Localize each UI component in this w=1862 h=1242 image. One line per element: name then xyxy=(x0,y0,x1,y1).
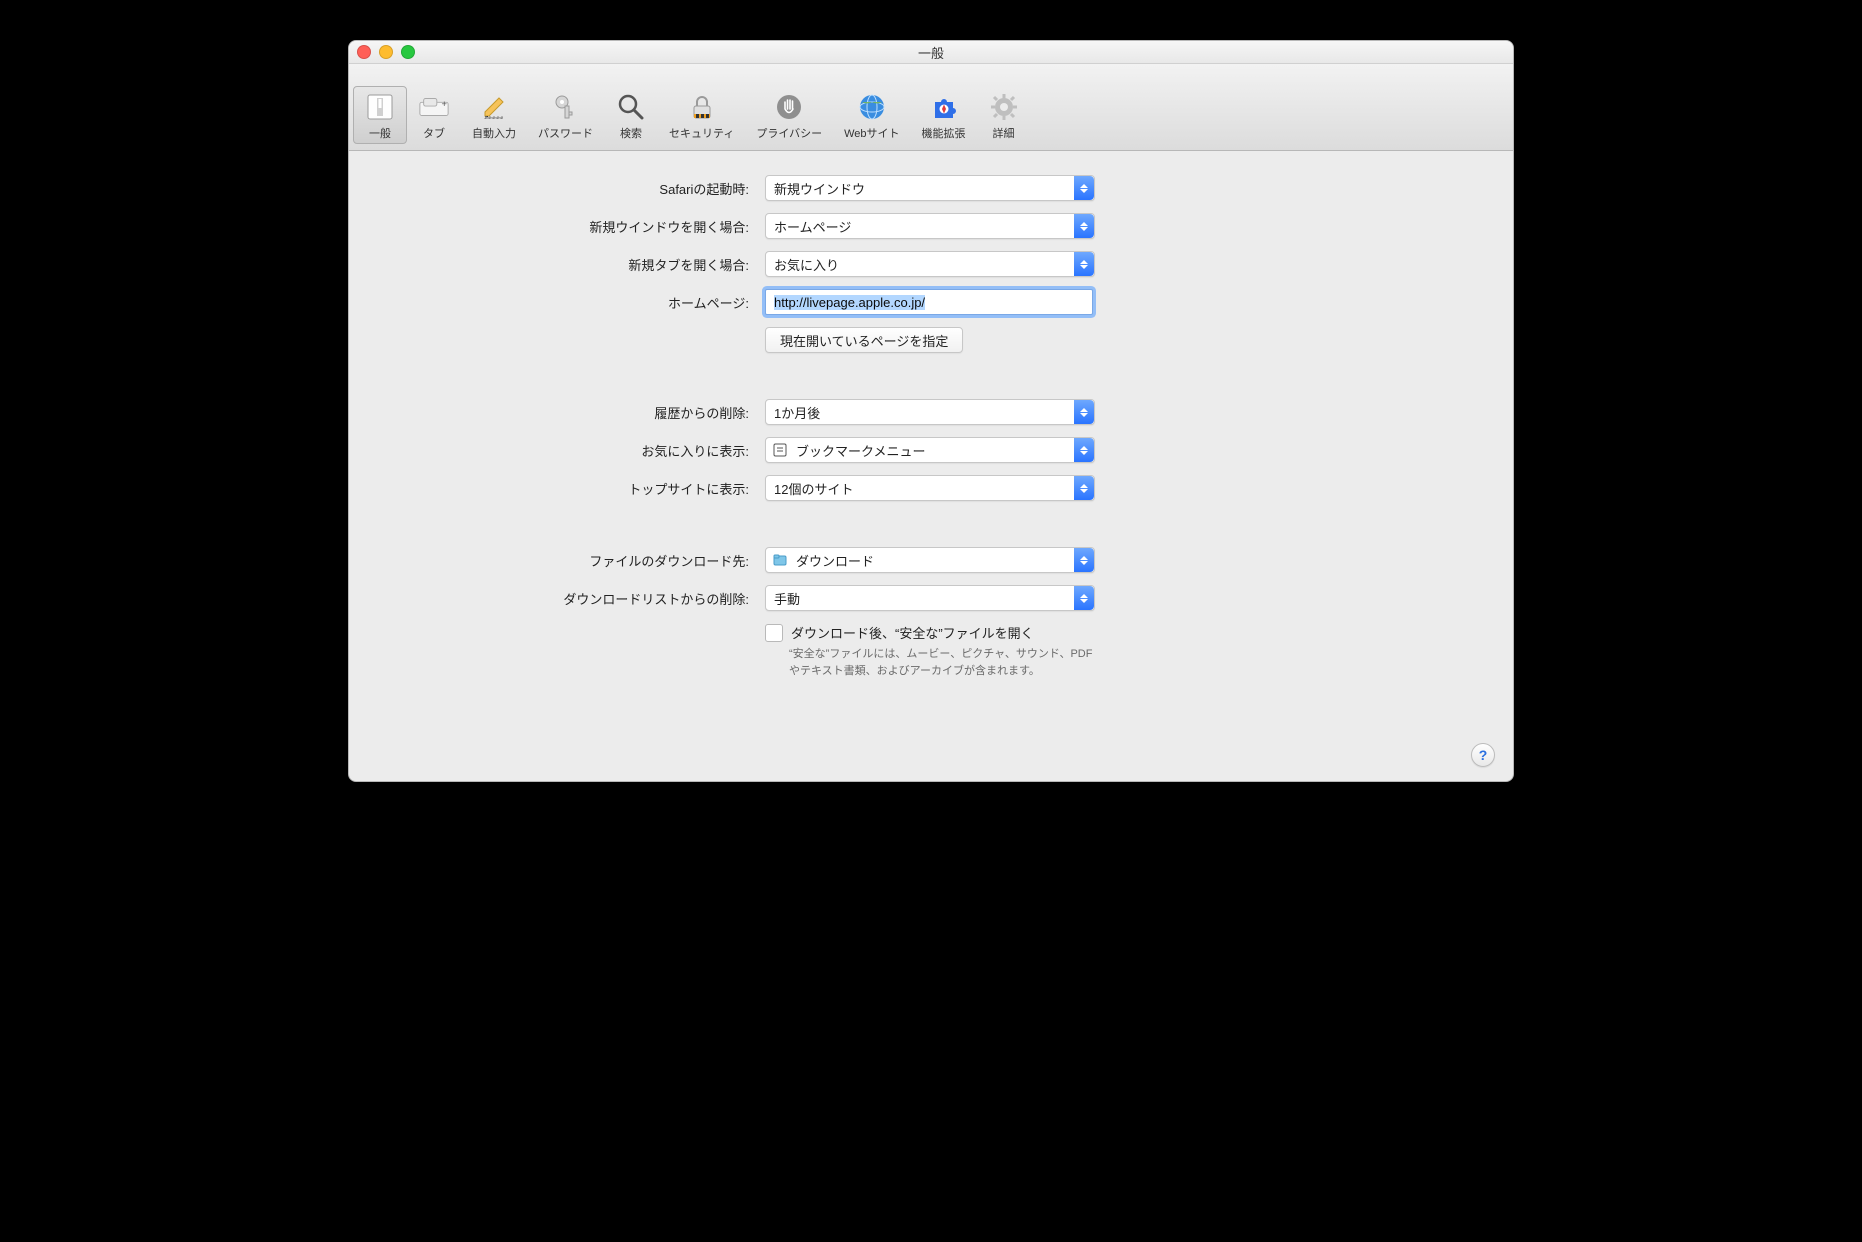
switch-icon xyxy=(364,91,396,123)
select-startup[interactable]: 新規ウインドウ xyxy=(765,175,1095,201)
titlebar: 一般 xyxy=(349,41,1513,64)
window-title: 一般 xyxy=(349,43,1513,62)
content-pane: Safariの起動時: 新規ウインドウ 新規ウインドウを開く場合: ホームページ… xyxy=(349,151,1513,781)
toolbar-item-label: 機能拡張 xyxy=(922,125,966,141)
toolbar: 一般 + タブ 自動入力 パスワード 検索 xyxy=(349,64,1513,151)
toolbar-item-websites[interactable]: Webサイト xyxy=(833,86,910,144)
toolbar-item-label: セキュリティ xyxy=(669,125,734,141)
stepper-icon xyxy=(1074,476,1094,500)
checkbox-label: ダウンロード後、“安全な”ファイルを開く xyxy=(791,623,1034,642)
tab-icon: + xyxy=(418,91,450,123)
label-startup: Safariの起動時: xyxy=(389,179,749,198)
toolbar-item-label: 自動入力 xyxy=(472,125,516,141)
globe-icon xyxy=(856,91,888,123)
button-set-current-page[interactable]: 現在開いているページを指定 xyxy=(765,327,963,353)
select-download-list-remove[interactable]: 手動 xyxy=(765,585,1095,611)
toolbar-item-general[interactable]: 一般 xyxy=(353,86,407,144)
toolbar-item-label: タブ xyxy=(423,125,445,141)
stepper-icon xyxy=(1074,214,1094,238)
pencil-icon xyxy=(478,91,510,123)
label-download-list-remove: ダウンロードリストからの削除: xyxy=(389,589,749,608)
toolbar-item-label: プライバシー xyxy=(756,125,822,141)
select-value: ブックマークメニュー xyxy=(796,441,925,460)
label-homepage: ホームページ: xyxy=(389,293,749,312)
label-history-remove: 履歴からの削除: xyxy=(389,403,749,422)
toolbar-item-advanced[interactable]: 詳細 xyxy=(977,86,1031,144)
toolbar-item-label: 一般 xyxy=(369,125,391,141)
select-new-tab[interactable]: お気に入り xyxy=(765,251,1095,277)
label-new-tab: 新規タブを開く場合: xyxy=(389,255,749,274)
select-value: 手動 xyxy=(774,589,800,608)
preferences-window: 一般 一般 + タブ 自動入力 パスワード xyxy=(348,40,1514,782)
stepper-icon xyxy=(1074,548,1094,572)
toolbar-item-label: 検索 xyxy=(620,125,642,141)
help-text-safe-files: “安全な”ファイルには、ムービー、ピクチャ、サウンド、PDFやテキスト書類、およ… xyxy=(765,646,1095,679)
folder-icon xyxy=(772,552,788,568)
toolbar-item-passwords[interactable]: パスワード xyxy=(527,86,604,144)
gear-icon xyxy=(988,91,1020,123)
select-value: 12個のサイト xyxy=(774,479,853,498)
stepper-icon xyxy=(1074,176,1094,200)
label-download-location: ファイルのダウンロード先: xyxy=(389,551,749,570)
lock-icon xyxy=(686,91,718,123)
puzzle-icon xyxy=(928,91,960,123)
select-new-window[interactable]: ホームページ xyxy=(765,213,1095,239)
label-favorites-show: お気に入りに表示: xyxy=(389,441,749,460)
stepper-icon xyxy=(1074,586,1094,610)
magnifier-icon xyxy=(615,91,647,123)
stepper-icon xyxy=(1074,400,1094,424)
select-history-remove[interactable]: 1か月後 xyxy=(765,399,1095,425)
help-button[interactable]: ? xyxy=(1471,743,1495,767)
select-topsites[interactable]: 12個のサイト xyxy=(765,475,1095,501)
toolbar-item-label: パスワード xyxy=(538,125,593,141)
stepper-icon xyxy=(1074,438,1094,462)
select-value: お気に入り xyxy=(774,255,839,274)
label-topsites: トップサイトに表示: xyxy=(389,479,749,498)
select-download-location[interactable]: ダウンロード xyxy=(765,547,1095,573)
toolbar-item-tabs[interactable]: + タブ xyxy=(407,86,461,144)
select-favorites-show[interactable]: ブックマークメニュー xyxy=(765,437,1095,463)
select-value: ダウンロード xyxy=(796,551,874,570)
toolbar-item-search[interactable]: 検索 xyxy=(604,86,658,144)
svg-text:+: + xyxy=(442,98,448,109)
stepper-icon xyxy=(1074,252,1094,276)
select-value: 新規ウインドウ xyxy=(774,179,865,198)
toolbar-item-privacy[interactable]: プライバシー xyxy=(745,86,833,144)
toolbar-item-label: 詳細 xyxy=(993,125,1015,141)
select-value: 1か月後 xyxy=(774,403,820,422)
input-homepage[interactable] xyxy=(765,289,1093,315)
checkbox-open-safe-files[interactable] xyxy=(765,624,783,642)
toolbar-item-label: Webサイト xyxy=(844,125,899,141)
key-icon xyxy=(550,91,582,123)
toolbar-item-autofill[interactable]: 自動入力 xyxy=(461,86,527,144)
toolbar-item-extensions[interactable]: 機能拡張 xyxy=(911,86,977,144)
select-value: ホームページ xyxy=(774,217,851,236)
toolbar-item-security[interactable]: セキュリティ xyxy=(658,86,745,144)
hand-icon xyxy=(773,91,805,123)
bookmark-icon xyxy=(772,442,788,458)
label-new-window: 新規ウインドウを開く場合: xyxy=(389,217,749,236)
